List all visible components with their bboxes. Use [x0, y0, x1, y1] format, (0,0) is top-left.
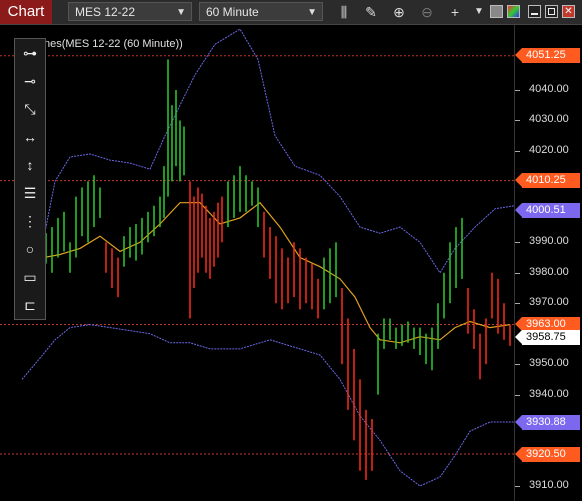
color-palette-icon[interactable]: [507, 5, 520, 18]
close-icon[interactable]: ✕: [562, 5, 575, 18]
axis-tick-label: 4040.00: [529, 83, 569, 95]
axis-tick-mark: [515, 120, 520, 122]
andrews-pitchfork-tool[interactable]: ⋮: [15, 207, 45, 235]
ray-tool[interactable]: ⊸: [15, 67, 45, 95]
price-label: 4000.51: [515, 202, 580, 218]
crosshair-icon[interactable]: +: [446, 3, 464, 21]
minimize-icon[interactable]: [528, 5, 541, 18]
bollinger-upper-line: [21, 28, 514, 319]
chevron-down-icon: ▼: [307, 7, 317, 18]
zoom-out-icon[interactable]: ⊖: [418, 3, 436, 21]
color-gray-icon[interactable]: [490, 5, 503, 18]
axis-tick-label: 4020.00: [529, 143, 569, 156]
price-label: 3920.50: [515, 446, 580, 462]
drawing-toolbox: ⊶ ⊸ ⤡ ↔ ↕ ☰ ⋮ ○ ▭ ⊏: [14, 38, 46, 320]
axis-tick-label: 3970.00: [529, 296, 569, 309]
price-label: 3958.75: [515, 330, 580, 345]
extended-line-tool[interactable]: ⤡: [15, 95, 45, 123]
zoom-in-icon[interactable]: ⊕: [390, 3, 408, 21]
interval-dropdown[interactable]: 60 Minute ▼: [199, 2, 323, 21]
price-label: 4010.25: [515, 173, 580, 189]
axis-tick-label: 3940.00: [529, 387, 569, 400]
vertical-line-tool[interactable]: ↕: [15, 151, 45, 179]
fibonacci-tool[interactable]: ☰: [15, 179, 45, 207]
instrument-value: MES 12-22: [75, 5, 136, 19]
rectangle-tool[interactable]: ▭: [15, 263, 45, 291]
chart-tab[interactable]: Chart: [0, 0, 52, 24]
axis-tick-mark: [515, 242, 520, 244]
price-label: 4051.25: [515, 48, 580, 64]
interval-value: 60 Minute: [206, 5, 259, 19]
ruler-tool[interactable]: ⊏: [15, 291, 45, 319]
bar-type-icon[interactable]: ⫼: [335, 3, 353, 21]
axis-tick-mark: [515, 150, 520, 152]
axis-tick-label: 3910.00: [529, 479, 569, 491]
chart-title: nes(MES 12-22 (60 Minute)): [44, 38, 183, 50]
axis-tick-mark: [515, 303, 520, 305]
price-chart[interactable]: [0, 25, 514, 501]
draw-pencil-icon[interactable]: ✎: [362, 3, 380, 21]
axis-tick-label: 3980.00: [529, 265, 569, 278]
axis-tick-label: 4030.00: [529, 113, 569, 126]
price-axis[interactable]: 4040.00 4030.00 4020.00 3990.00 3980.00 3970.…: [514, 25, 582, 501]
axis-tick-mark: [515, 394, 520, 396]
price-label: 3930.88: [515, 414, 580, 430]
axis-tick-mark: [515, 486, 520, 487]
top-toolbar: Chart MES 12-22 ▼ 60 Minute ▼ ⫼ ✎ ⊕ ⊖ + …: [0, 0, 582, 25]
axis-tick-mark: [515, 364, 520, 366]
axis-tick-label: 3950.00: [529, 357, 569, 370]
bollinger-lower-line: [21, 324, 514, 487]
chevron-down-icon: ▼: [176, 7, 186, 18]
ellipse-tool[interactable]: ○: [15, 235, 45, 263]
axis-tick-mark: [515, 90, 520, 91]
horizontal-line-tool[interactable]: ↔: [15, 123, 45, 151]
maximize-icon[interactable]: [545, 5, 558, 18]
line-tool[interactable]: ⊶: [15, 39, 45, 67]
axis-tick-mark: [515, 272, 520, 274]
axis-tick-label: 3990.00: [529, 235, 569, 248]
dropdown-arrow-icon[interactable]: ▼: [470, 3, 488, 21]
instrument-dropdown[interactable]: MES 12-22 ▼: [68, 2, 192, 21]
